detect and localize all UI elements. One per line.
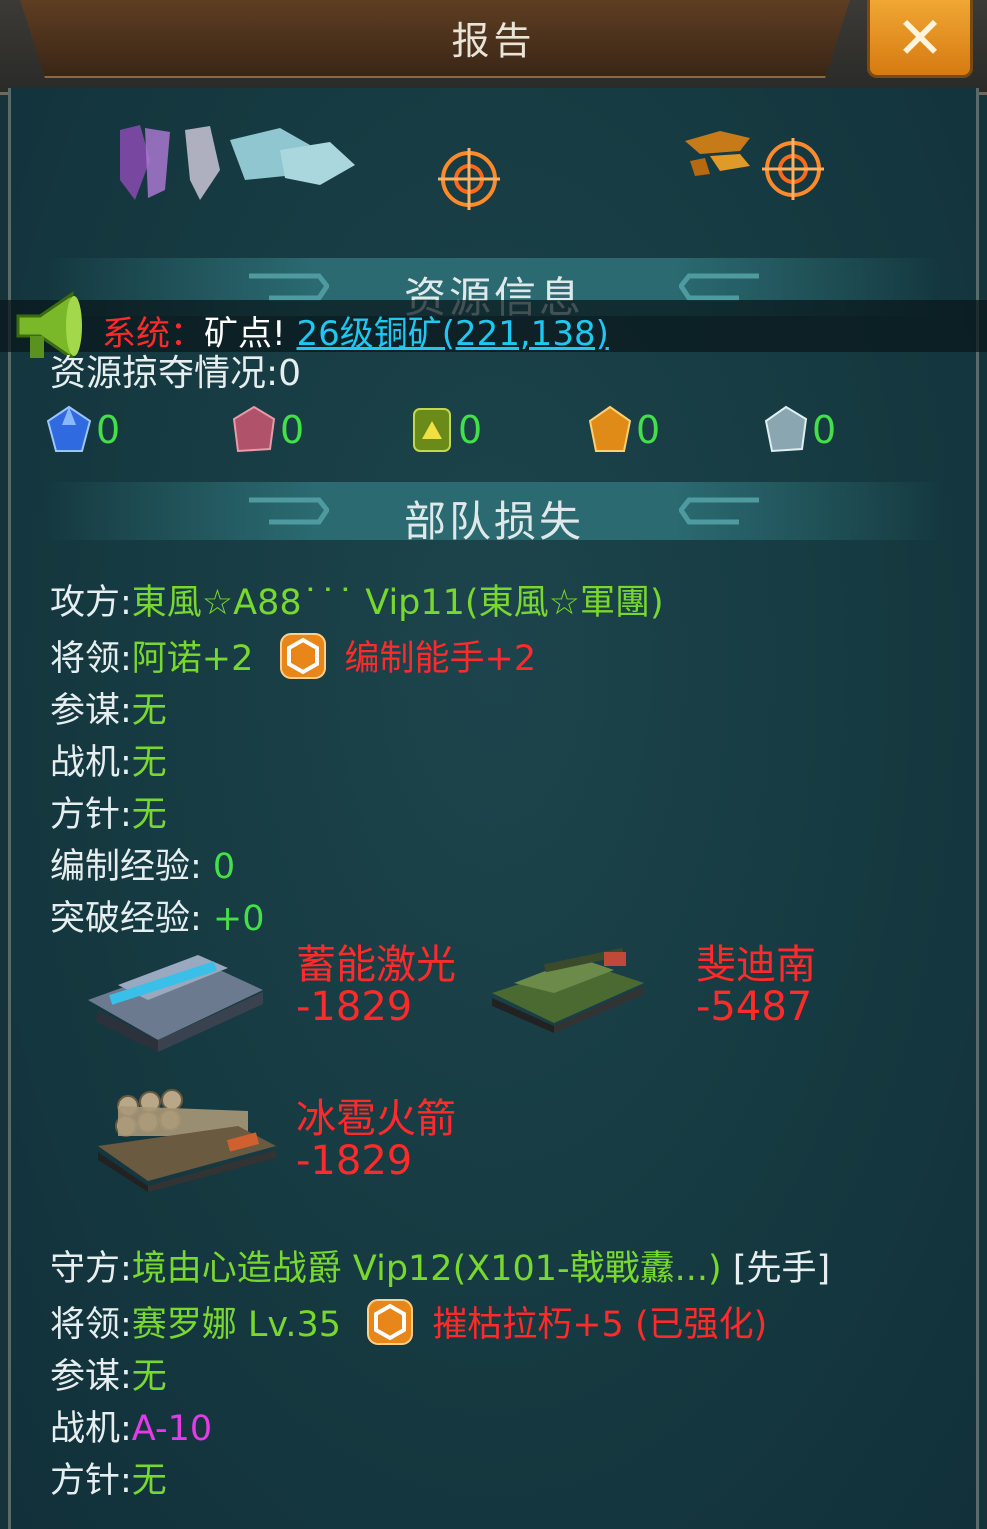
window-title: 报告 <box>451 19 536 63</box>
unit-1-label: 蓄能激光 -1829 <box>296 944 456 1028</box>
staff-label: 参谋: <box>50 1357 132 1397</box>
defender-aircraft: A-10 <box>131 1409 213 1449</box>
target-icon-2 <box>762 138 824 200</box>
right-wing-icon <box>679 273 759 301</box>
defender-line: 守方:境由心造战爵 Vip12(X101-戟戰纛...) [先手] <box>50 1240 830 1291</box>
general-label: 将领: <box>50 639 132 679</box>
defender-staff: 无 <box>131 1357 167 1397</box>
title-bar: 报告 ✕ <box>0 0 987 95</box>
attacker-aircraft: 无 <box>131 743 167 783</box>
troop-loss-header: 部队损失 <box>44 482 944 546</box>
org-exp-line: 编制经验: 0 <box>50 838 235 889</box>
unit-2-name: 斐迪南 <box>696 942 816 988</box>
crystal-mine-image <box>120 125 355 200</box>
skill-badge-icon <box>367 1299 414 1345</box>
mine-location-link[interactable]: 26级铜矿(221,138) <box>296 314 608 354</box>
right-wing-icon <box>679 497 759 525</box>
loot-label: 资源掠夺情况: <box>50 353 279 394</box>
resource-red-ore: 0 <box>232 400 304 460</box>
unit-3-loss: -1829 <box>296 1138 413 1184</box>
org-exp-value: 0 <box>201 847 236 887</box>
unit-2-label: 斐迪南 -5487 <box>696 944 816 1028</box>
defender-general: 赛罗娜 Lv.35 <box>131 1305 342 1345</box>
unit-1-loss: -1829 <box>296 984 413 1030</box>
skill-badge-icon <box>279 633 326 679</box>
oil-value: 0 <box>458 408 483 452</box>
unit-3-label: 冰雹火箭 -1829 <box>296 1098 456 1182</box>
general-label: 将领: <box>50 1305 132 1345</box>
policy-label: 方针: <box>50 795 132 835</box>
attacker-general-line: 将领:阿诺+2 编制能手+2 <box>50 630 536 684</box>
red-ore-value: 0 <box>280 408 305 452</box>
defender-skill: 摧枯拉朽+5 (已强化) <box>432 1305 768 1345</box>
close-button[interactable]: ✕ <box>867 0 973 78</box>
steel-value: 0 <box>812 408 837 452</box>
loot-value: 0 <box>278 353 302 394</box>
attacker-policy-line: 方针:无 <box>50 786 167 837</box>
unit-1-name: 蓄能激光 <box>296 942 456 988</box>
gold-value: 0 <box>636 408 661 452</box>
break-exp-value: +0 <box>201 899 265 939</box>
hail-rocket-image <box>98 1089 276 1192</box>
policy-label: 方针: <box>50 1461 132 1501</box>
defender-first-strike-tag: [先手] <box>721 1249 831 1289</box>
attacker-name: 東風☆A88˙˙˙ Vip11(東風☆軍團) <box>131 583 664 623</box>
attacker-line: 攻方:東風☆A88˙˙˙ Vip11(東風☆軍團) <box>50 574 664 625</box>
unit-3-name: 冰雹火箭 <box>296 1096 456 1142</box>
resource-gold: 0 <box>588 400 660 460</box>
attacker-general: 阿诺+2 <box>131 639 254 679</box>
defender-legion: (X101-戟戰纛...) <box>452 1249 722 1289</box>
defender-staff-line: 参谋:无 <box>50 1348 167 1399</box>
laser-tank-image <box>88 955 263 1052</box>
attacker-aircraft-line: 战机:无 <box>50 734 167 785</box>
troop-loss-title: 部队损失 <box>403 497 584 546</box>
aircraft-label: 战机: <box>50 743 132 783</box>
blue-gem-icon <box>46 405 92 452</box>
org-exp-label: 编制经验: <box>50 847 202 887</box>
staff-label: 参谋: <box>50 691 132 731</box>
unit-2-loss: -5487 <box>696 984 813 1030</box>
aircraft-label: 战机: <box>50 1409 132 1449</box>
defender-policy-line: 方针:无 <box>50 1452 167 1503</box>
defender-policy: 无 <box>131 1461 167 1501</box>
attacker-skill: 编制能手+2 <box>344 639 537 679</box>
ferdinand-tank-image <box>492 947 644 1033</box>
attacker-staff-line: 参谋:无 <box>50 682 167 733</box>
oil-barrel-icon <box>413 408 451 452</box>
close-icon: ✕ <box>895 3 945 72</box>
attacker-staff: 无 <box>131 691 167 731</box>
red-ore-icon <box>232 405 276 453</box>
resource-steel: 0 <box>764 400 836 460</box>
steel-ore-icon <box>764 405 808 453</box>
resource-oil: 0 <box>410 400 482 460</box>
target-icon <box>438 148 500 210</box>
loot-summary: 资源掠夺情况:0 <box>50 344 301 396</box>
attacker-policy: 无 <box>131 795 167 835</box>
break-exp-label: 突破经验: <box>50 899 202 939</box>
defender-label: 守方: <box>50 1249 132 1289</box>
resource-gem: 0 <box>46 400 120 460</box>
gold-ore-icon <box>588 405 632 452</box>
attacker-label: 攻方: <box>50 583 132 623</box>
battle-scene <box>40 120 940 240</box>
defender-name: 境由心造战爵 Vip12 <box>131 1249 453 1289</box>
break-exp-line: 突破经验: +0 <box>50 890 265 941</box>
defender-aircraft-line: 战机:A-10 <box>50 1400 212 1451</box>
gem-value: 0 <box>96 408 121 452</box>
defender-general-line: 将领:赛罗娜 Lv.35 摧枯拉朽+5 (已强化) <box>50 1296 767 1350</box>
